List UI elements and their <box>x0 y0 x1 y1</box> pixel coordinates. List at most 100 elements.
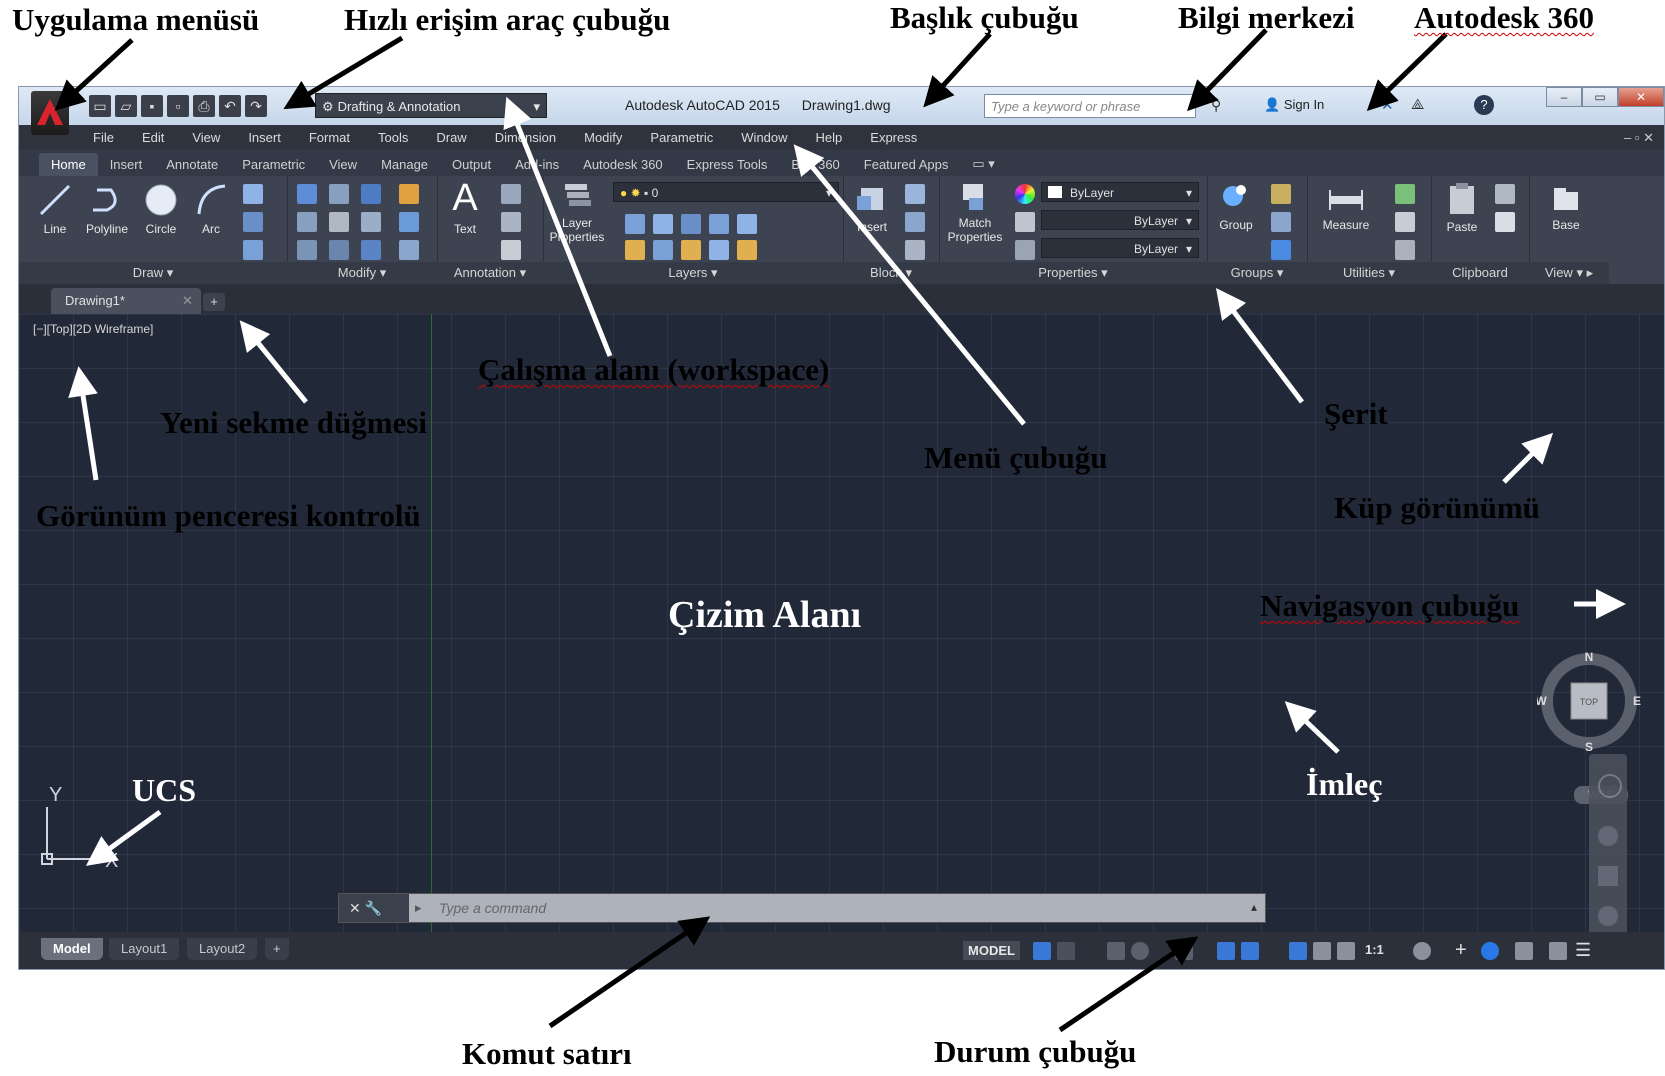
layer-tool-icon[interactable] <box>709 240 729 260</box>
fillet-icon[interactable] <box>361 212 381 232</box>
snap-icon[interactable] <box>1057 942 1075 960</box>
explode-icon[interactable] <box>399 212 419 232</box>
save-icon[interactable]: ▪ <box>141 95 163 117</box>
ortho-icon[interactable] <box>1107 942 1125 960</box>
edit-block-icon[interactable] <box>905 212 925 232</box>
trim-icon[interactable] <box>361 184 381 204</box>
tab-layout2[interactable]: Layout2 <box>187 938 258 960</box>
rotate-icon[interactable] <box>329 184 349 204</box>
new-icon[interactable]: ▭ <box>89 95 111 117</box>
tab-insert[interactable]: Insert <box>98 153 155 176</box>
id-point-icon[interactable] <box>1395 212 1415 232</box>
attribute-icon[interactable] <box>905 240 925 260</box>
autodesk-360-icon[interactable]: ⟁ <box>1411 96 1424 113</box>
menu-edit[interactable]: Edit <box>128 130 178 145</box>
panel-view-title[interactable]: View ▾ ▸ <box>1529 262 1609 284</box>
osnap-icon[interactable] <box>1175 942 1193 960</box>
layer-tool-icon[interactable] <box>709 214 729 234</box>
hardware-acceleration-icon[interactable] <box>1515 942 1533 960</box>
calculator-icon[interactable] <box>1395 240 1415 260</box>
wrench-icon[interactable]: 🔧 <box>365 900 382 916</box>
move-icon[interactable] <box>297 184 317 204</box>
grid-icon[interactable] <box>1033 942 1051 960</box>
layer-dropdown[interactable]: ● ✹ ▪ 0 ▾ <box>613 182 839 202</box>
help-icon[interactable]: ? <box>1474 95 1494 115</box>
menu-insert[interactable]: Insert <box>234 130 295 145</box>
open-icon[interactable]: ▱ <box>115 95 137 117</box>
linetype-dropdown[interactable]: ByLayer ▾ <box>1041 238 1199 258</box>
color-wheel-icon[interactable] <box>1015 184 1035 204</box>
layer-tool-icon[interactable] <box>625 240 645 260</box>
sign-in-button[interactable]: 👤 Sign In <box>1264 97 1324 113</box>
menu-file[interactable]: File <box>79 130 128 145</box>
close-icon[interactable]: ✕ <box>349 900 361 916</box>
plus-icon[interactable]: + <box>1455 939 1467 962</box>
dynamic-input-icon[interactable] <box>1217 942 1235 960</box>
panel-utilities-title[interactable]: Utilities ▾ <box>1307 262 1431 284</box>
exchange-icon[interactable]: ✕ <box>1381 96 1394 114</box>
panel-properties-title[interactable]: Properties ▾ <box>939 262 1207 284</box>
polyline-tool[interactable]: Polyline <box>79 182 135 236</box>
leader-icon[interactable] <box>501 212 521 232</box>
close-button[interactable]: ✕ <box>1618 87 1664 107</box>
base-tool[interactable]: Base <box>1543 184 1589 232</box>
panel-modify-title[interactable]: Modify ▾ <box>287 262 437 284</box>
menu-window[interactable]: Window <box>727 130 801 145</box>
tab-add-ins[interactable]: Add-ins <box>503 153 571 176</box>
tab-manage[interactable]: Manage <box>369 153 440 176</box>
panel-annotation-title[interactable]: Annotation ▾ <box>437 262 543 284</box>
layer-tool-icon[interactable] <box>625 214 645 234</box>
tab-annotate[interactable]: Annotate <box>154 153 230 176</box>
customize-menu-icon[interactable]: ☰ <box>1575 940 1591 961</box>
menu-modify[interactable]: Modify <box>570 130 636 145</box>
panel-block-title[interactable]: Block ▾ <box>843 262 939 284</box>
line-tool[interactable]: Line <box>35 182 75 236</box>
scale-icon[interactable] <box>329 240 349 260</box>
menu-help[interactable]: Help <box>802 130 857 145</box>
ribbon-options-icon[interactable]: ▭ ▾ <box>960 152 1006 176</box>
match-properties-tool[interactable]: Match Properties <box>943 180 1007 244</box>
ungroup-icon[interactable] <box>1271 184 1291 204</box>
color-dropdown[interactable]: ByLayer ▾ <box>1041 182 1199 202</box>
mirror-icon[interactable] <box>329 212 349 232</box>
copy-icon[interactable] <box>297 212 317 232</box>
tab-express-tools[interactable]: Express Tools <box>675 153 780 176</box>
viewport-control[interactable]: [−][Top][2D Wireframe] <box>33 322 153 336</box>
transparency-icon[interactable] <box>1015 240 1035 260</box>
layer-tool-icon[interactable] <box>653 240 673 260</box>
zoom-icon[interactable] <box>1598 866 1618 886</box>
redo-icon[interactable]: ↷ <box>245 95 267 117</box>
model-space-button[interactable]: MODEL <box>963 941 1020 960</box>
polar-icon[interactable] <box>1131 942 1149 960</box>
insert-tool[interactable]: Insert <box>849 182 895 234</box>
menu-draw[interactable]: Draw <box>422 130 480 145</box>
menu-parametric[interactable]: Parametric <box>636 130 727 145</box>
menu-express[interactable]: Express <box>856 130 931 145</box>
document-window-controls[interactable]: – ▫ ✕ <box>1624 130 1654 146</box>
add-layout-button[interactable]: + <box>265 938 289 960</box>
clean-screen-icon[interactable] <box>1549 942 1567 960</box>
annotation-visibility-icon[interactable] <box>1289 942 1307 960</box>
group-edit-icon[interactable] <box>1271 212 1291 232</box>
text-tool[interactable]: A Text <box>443 178 487 236</box>
layer-tool-icon[interactable] <box>737 214 757 234</box>
lineweight-dropdown[interactable]: ByLayer ▾ <box>1041 210 1199 230</box>
steering-wheel-icon[interactable] <box>1598 774 1622 798</box>
chevron-up-icon[interactable]: ▴ <box>1251 900 1257 914</box>
annotation-scale-icon[interactable] <box>1337 942 1355 960</box>
maximize-button[interactable]: ▭ <box>1582 87 1618 107</box>
create-block-icon[interactable] <box>905 184 925 204</box>
undo-icon[interactable]: ↶ <box>219 95 241 117</box>
menu-dimension[interactable]: Dimension <box>481 130 570 145</box>
application-menu-button[interactable] <box>31 91 69 135</box>
table-icon[interactable] <box>501 240 521 260</box>
layer-tool-icon[interactable] <box>737 240 757 260</box>
group-tool[interactable]: Group <box>1211 180 1261 232</box>
scale-value[interactable]: 1:1 <box>1365 942 1384 957</box>
stretch-icon[interactable] <box>297 240 317 260</box>
dimension-icon[interactable] <box>501 184 521 204</box>
arc-tool[interactable]: Arc <box>191 182 231 236</box>
offset-icon[interactable] <box>399 240 419 260</box>
menu-view[interactable]: View <box>178 130 234 145</box>
tab-layout1[interactable]: Layout1 <box>109 938 180 960</box>
